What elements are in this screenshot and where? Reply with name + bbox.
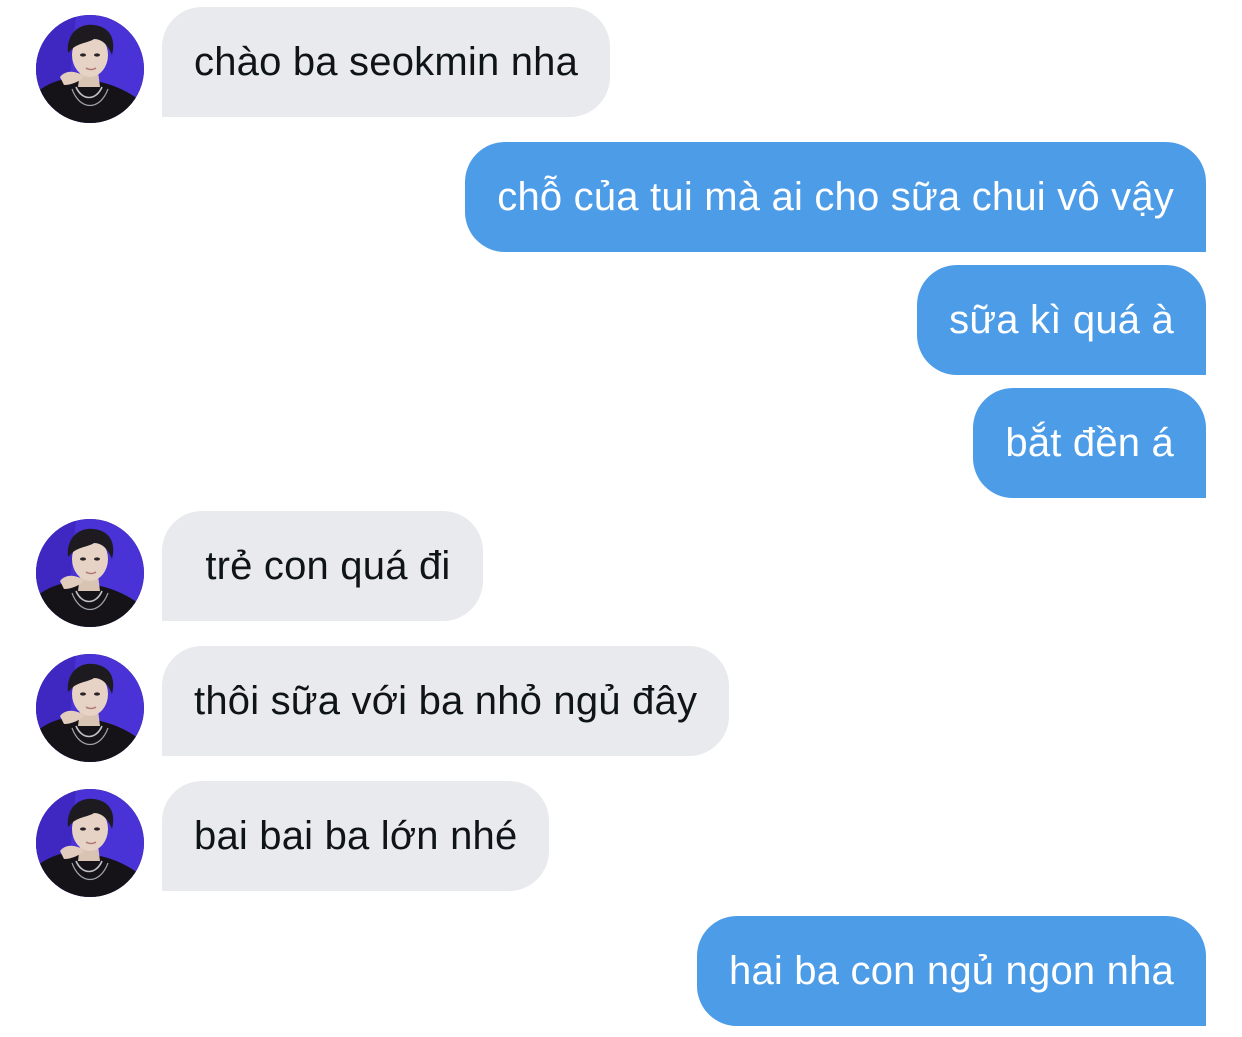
profile-photo-icon [36, 654, 144, 762]
message-row-received: bai bai ba lớn nhé [0, 781, 1242, 897]
message-bubble-sent[interactable]: chỗ của tui mà ai cho sữa chui vô vậy [465, 142, 1206, 252]
message-row-received: chào ba seokmin nha [0, 7, 1242, 123]
message-bubble-received[interactable]: trẻ con quá đi [162, 511, 483, 621]
message-row-sent: sữa kì quá à [0, 265, 1242, 375]
profile-photo-icon [36, 519, 144, 627]
message-bubble-sent[interactable]: sữa kì quá à [917, 265, 1206, 375]
message-bubble-received[interactable]: bai bai ba lớn nhé [162, 781, 550, 891]
profile-photo-icon [36, 15, 144, 123]
avatar[interactable] [36, 789, 144, 897]
message-row-sent: bắt đền á [0, 388, 1242, 498]
message-row-sent: hai ba con ngủ ngon nha [0, 916, 1242, 1026]
message-bubble-sent[interactable]: bắt đền á [973, 388, 1206, 498]
message-row-received: thôi sữa với ba nhỏ ngủ đây [0, 646, 1242, 762]
message-row-received: trẻ con quá đi [0, 511, 1242, 627]
profile-photo-icon [36, 789, 144, 897]
message-bubble-received[interactable]: chào ba seokmin nha [162, 7, 611, 117]
message-bubble-sent[interactable]: hai ba con ngủ ngon nha [697, 916, 1206, 1026]
message-bubble-received[interactable]: thôi sữa với ba nhỏ ngủ đây [162, 646, 730, 756]
avatar[interactable] [36, 654, 144, 762]
avatar[interactable] [36, 519, 144, 627]
message-row-sent: chỗ của tui mà ai cho sữa chui vô vậy [0, 142, 1242, 252]
avatar[interactable] [36, 15, 144, 123]
